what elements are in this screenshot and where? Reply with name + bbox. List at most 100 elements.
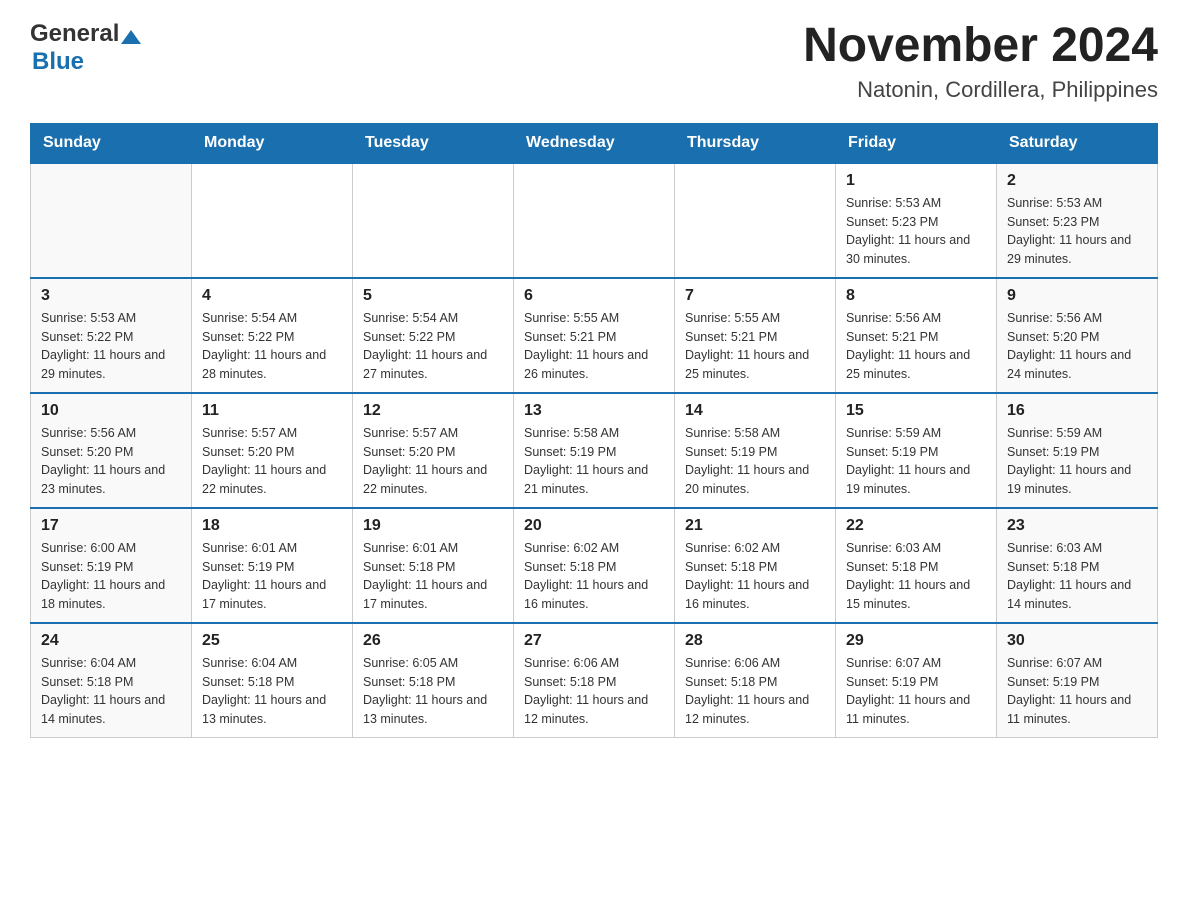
day-cell: 9 Sunrise: 5:56 AMSunset: 5:20 PMDaylight… — [997, 278, 1158, 393]
day-cell: 10 Sunrise: 5:56 AMSunset: 5:20 PMDayligh… — [31, 393, 192, 508]
day-cell: 17 Sunrise: 6:00 AMSunset: 5:19 PMDayligh… — [31, 508, 192, 623]
day-number: 4 — [202, 287, 342, 305]
day-cell: 18Sunrise: 6:01 AMSunset: 5:19 PMDayligh… — [192, 508, 353, 623]
day-cell: 29Sunrise: 6:07 AMSunset: 5:19 PMDayligh… — [836, 623, 997, 738]
title-area: November 2024 Natonin, Cordillera, Phili… — [803, 20, 1158, 103]
day-info: Sunrise: 6:02 AMSunset: 5:18 PMDaylight:… — [685, 539, 825, 614]
day-info: Sunrise: 5:55 AMSunset: 5:21 PMDaylight:… — [685, 309, 825, 384]
day-info: Sunrise: 5:54 AMSunset: 5:22 PMDaylight:… — [363, 309, 503, 384]
day-info: Sunrise: 5:54 AMSunset: 5:22 PMDaylight:… — [202, 309, 342, 384]
week-row-3: 10 Sunrise: 5:56 AMSunset: 5:20 PMDayligh… — [31, 393, 1158, 508]
day-info: Sunrise: 5:57 AMSunset: 5:20 PMDaylight:… — [363, 424, 503, 499]
day-cell — [514, 163, 675, 278]
weekday-header-row: SundayMondayTuesdayWednesdayThursdayFrid… — [31, 123, 1158, 163]
day-cell: 27 Sunrise: 6:06 AMSunset: 5:18 PMDayligh… — [514, 623, 675, 738]
week-row-2: 3 Sunrise: 5:53 AMSunset: 5:22 PMDaylight… — [31, 278, 1158, 393]
day-number: 3 — [41, 287, 181, 305]
day-info: Sunrise: 6:04 AMSunset: 5:18 PMDaylight:… — [202, 654, 342, 729]
weekday-header-sunday: Sunday — [31, 123, 192, 163]
day-number: 16 — [1007, 402, 1147, 420]
day-cell: 14 Sunrise: 5:58 AMSunset: 5:19 PMDayligh… — [675, 393, 836, 508]
day-number: 29 — [846, 632, 986, 650]
day-info: Sunrise: 6:06 AMSunset: 5:18 PMDaylight:… — [524, 654, 664, 729]
day-info: Sunrise: 5:58 AMSunset: 5:19 PMDaylight:… — [685, 424, 825, 499]
day-number: 6 — [524, 287, 664, 305]
day-number: 26 — [363, 632, 503, 650]
day-number: 12 — [363, 402, 503, 420]
day-info: Sunrise: 5:53 AMSunset: 5:22 PMDaylight:… — [41, 309, 181, 384]
day-cell — [192, 163, 353, 278]
day-cell: 8 Sunrise: 5:56 AMSunset: 5:21 PMDaylight… — [836, 278, 997, 393]
calendar-table: SundayMondayTuesdayWednesdayThursdayFrid… — [30, 123, 1158, 738]
day-cell: 5 Sunrise: 5:54 AMSunset: 5:22 PMDaylight… — [353, 278, 514, 393]
day-number: 20 — [524, 517, 664, 535]
day-number: 27 — [524, 632, 664, 650]
week-row-4: 17 Sunrise: 6:00 AMSunset: 5:19 PMDayligh… — [31, 508, 1158, 623]
weekday-header-wednesday: Wednesday — [514, 123, 675, 163]
day-info: Sunrise: 5:53 AMSunset: 5:23 PMDaylight:… — [1007, 194, 1147, 269]
day-number: 30 — [1007, 632, 1147, 650]
day-cell: 26 Sunrise: 6:05 AMSunset: 5:18 PMDayligh… — [353, 623, 514, 738]
day-cell: 24 Sunrise: 6:04 AMSunset: 5:18 PMDayligh… — [31, 623, 192, 738]
weekday-header-saturday: Saturday — [997, 123, 1158, 163]
day-number: 5 — [363, 287, 503, 305]
day-number: 28 — [685, 632, 825, 650]
day-number: 25 — [202, 632, 342, 650]
day-cell: 25 Sunrise: 6:04 AMSunset: 5:18 PMDayligh… — [192, 623, 353, 738]
day-number: 10 — [41, 402, 181, 420]
day-info: Sunrise: 6:07 AMSunset: 5:19 PMDaylight:… — [1007, 654, 1147, 729]
day-cell: 4 Sunrise: 5:54 AMSunset: 5:22 PMDaylight… — [192, 278, 353, 393]
day-cell: 3 Sunrise: 5:53 AMSunset: 5:22 PMDaylight… — [31, 278, 192, 393]
day-info: Sunrise: 6:02 AMSunset: 5:18 PMDaylight:… — [524, 539, 664, 614]
day-cell: 16 Sunrise: 5:59 AMSunset: 5:19 PMDayligh… — [997, 393, 1158, 508]
day-cell: 15Sunrise: 5:59 AMSunset: 5:19 PMDayligh… — [836, 393, 997, 508]
day-info: Sunrise: 5:59 AMSunset: 5:19 PMDaylight:… — [846, 424, 986, 499]
day-number: 24 — [41, 632, 181, 650]
day-info: Sunrise: 6:06 AMSunset: 5:18 PMDaylight:… — [685, 654, 825, 729]
day-number: 17 — [41, 517, 181, 535]
day-number: 18 — [202, 517, 342, 535]
day-cell: 22 Sunrise: 6:03 AMSunset: 5:18 PMDayligh… — [836, 508, 997, 623]
month-title: November 2024 — [803, 20, 1158, 73]
day-number: 23 — [1007, 517, 1147, 535]
location-title: Natonin, Cordillera, Philippines — [803, 77, 1158, 103]
day-number: 19 — [363, 517, 503, 535]
day-number: 7 — [685, 287, 825, 305]
day-info: Sunrise: 6:03 AMSunset: 5:18 PMDaylight:… — [1007, 539, 1147, 614]
day-info: Sunrise: 5:56 AMSunset: 5:20 PMDaylight:… — [1007, 309, 1147, 384]
day-cell: 28 Sunrise: 6:06 AMSunset: 5:18 PMDayligh… — [675, 623, 836, 738]
day-info: Sunrise: 5:58 AMSunset: 5:19 PMDaylight:… — [524, 424, 664, 499]
day-info: Sunrise: 6:03 AMSunset: 5:18 PMDaylight:… — [846, 539, 986, 614]
day-cell: 20 Sunrise: 6:02 AMSunset: 5:18 PMDayligh… — [514, 508, 675, 623]
day-info: Sunrise: 5:56 AMSunset: 5:21 PMDaylight:… — [846, 309, 986, 384]
day-cell: 23 Sunrise: 6:03 AMSunset: 5:18 PMDayligh… — [997, 508, 1158, 623]
day-number: 2 — [1007, 172, 1147, 190]
day-number: 21 — [685, 517, 825, 535]
day-cell: 6Sunrise: 5:55 AMSunset: 5:21 PMDaylight… — [514, 278, 675, 393]
logo: General Blue — [30, 20, 141, 76]
day-cell: 2 Sunrise: 5:53 AMSunset: 5:23 PMDaylight… — [997, 163, 1158, 278]
weekday-header-tuesday: Tuesday — [353, 123, 514, 163]
day-info: Sunrise: 6:05 AMSunset: 5:18 PMDaylight:… — [363, 654, 503, 729]
day-info: Sunrise: 6:01 AMSunset: 5:18 PMDaylight:… — [363, 539, 503, 614]
day-cell: 30 Sunrise: 6:07 AMSunset: 5:19 PMDayligh… — [997, 623, 1158, 738]
day-info: Sunrise: 5:59 AMSunset: 5:19 PMDaylight:… — [1007, 424, 1147, 499]
day-info: Sunrise: 5:53 AMSunset: 5:23 PMDaylight:… — [846, 194, 986, 269]
day-info: Sunrise: 6:00 AMSunset: 5:19 PMDaylight:… — [41, 539, 181, 614]
day-number: 22 — [846, 517, 986, 535]
day-cell: 7 Sunrise: 5:55 AMSunset: 5:21 PMDaylight… — [675, 278, 836, 393]
day-number: 8 — [846, 287, 986, 305]
day-number: 14 — [685, 402, 825, 420]
day-number: 9 — [1007, 287, 1147, 305]
day-cell: 11Sunrise: 5:57 AMSunset: 5:20 PMDayligh… — [192, 393, 353, 508]
weekday-header-monday: Monday — [192, 123, 353, 163]
day-info: Sunrise: 5:56 AMSunset: 5:20 PMDaylight:… — [41, 424, 181, 499]
day-cell: 21 Sunrise: 6:02 AMSunset: 5:18 PMDayligh… — [675, 508, 836, 623]
week-row-1: 1Sunrise: 5:53 AMSunset: 5:23 PMDaylight… — [31, 163, 1158, 278]
day-cell — [31, 163, 192, 278]
day-cell — [353, 163, 514, 278]
logo-general-text: General — [30, 20, 119, 48]
day-info: Sunrise: 6:04 AMSunset: 5:18 PMDaylight:… — [41, 654, 181, 729]
header: General Blue November 2024 Natonin, Cord… — [30, 20, 1158, 103]
day-cell: 13Sunrise: 5:58 AMSunset: 5:19 PMDayligh… — [514, 393, 675, 508]
